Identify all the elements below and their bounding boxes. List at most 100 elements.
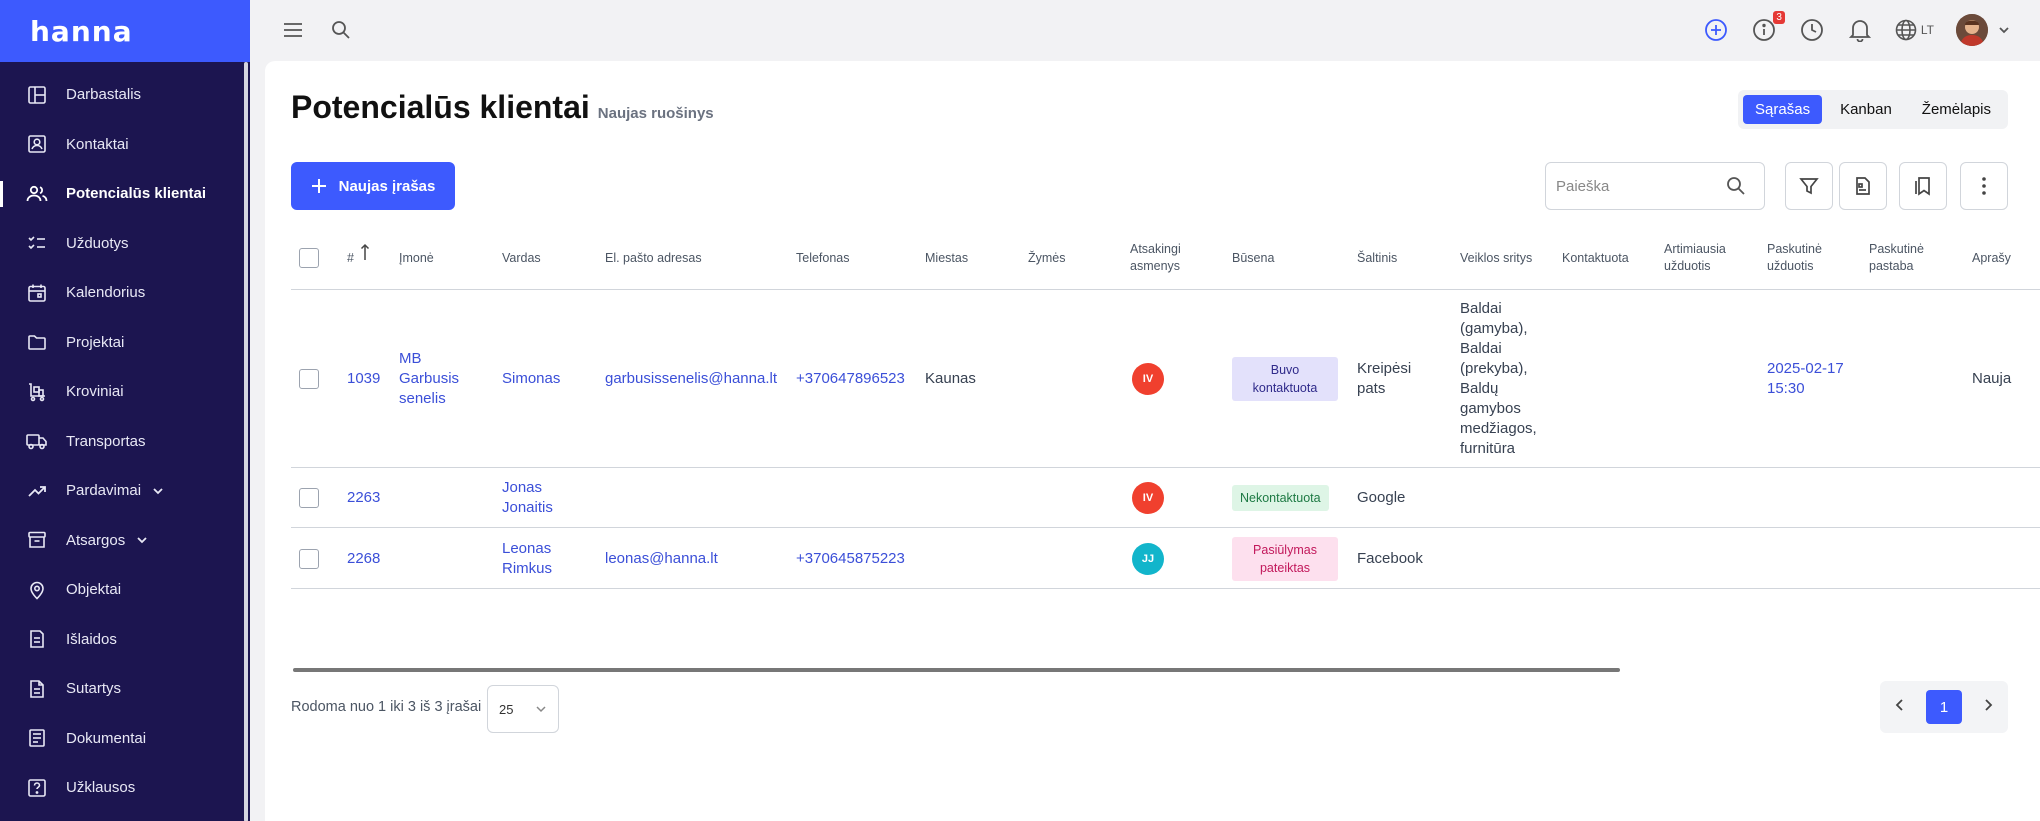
search-field[interactable] (1545, 162, 1765, 210)
col-company[interactable]: Įmonė (399, 226, 434, 290)
page-number-button[interactable]: 1 (1926, 690, 1962, 724)
sidebar-item-atsargos[interactable]: Atsargos (0, 516, 250, 566)
sidebar-item-transportas[interactable]: Transportas (0, 417, 250, 467)
row-id-link[interactable]: 2268 (347, 528, 380, 589)
logo-bar: hanna (0, 0, 250, 62)
search-icon[interactable] (328, 17, 354, 43)
sort-ascending-icon[interactable] (360, 243, 370, 261)
row-source: Facebook (1357, 549, 1423, 567)
search-input[interactable] (1556, 177, 1726, 195)
responsible-avatar[interactable]: JJ (1132, 542, 1164, 575)
sidebar-item-islaidos[interactable]: Išlaidos (0, 615, 250, 665)
search-icon[interactable] (1726, 176, 1746, 196)
col-last-task[interactable]: Paskutinė užduotis (1767, 226, 1847, 290)
filter-button[interactable] (1785, 162, 1833, 210)
col-source[interactable]: Šaltinis (1357, 226, 1397, 290)
view-map-button[interactable]: Žemėlapis (1910, 95, 2003, 124)
horizontal-scrollbar[interactable] (293, 668, 1620, 672)
sidebar-item-kroviniai[interactable]: Kroviniai (0, 367, 250, 417)
language-switch[interactable]: LT (1895, 19, 1934, 41)
table-row[interactable]: 1039 MB Garbusis senelis Simonas garbusi… (291, 290, 2040, 468)
col-email[interactable]: El. pašto adresas (605, 226, 702, 290)
sidebar-nav: Darbastalis Kontaktai Potencialūs klient… (0, 62, 250, 813)
row-name-link[interactable]: Jonas Jonaitis (502, 468, 572, 528)
col-last-note[interactable]: Paskutinė pastaba (1869, 226, 1949, 290)
sidebar-item-dokumentai[interactable]: Dokumentai (0, 714, 250, 764)
sidebar-item-sutartys[interactable]: Sutartys (0, 664, 250, 714)
sidebar-item-uzduotys[interactable]: Užduotys (0, 219, 250, 269)
col-city[interactable]: Miestas (925, 226, 968, 290)
new-record-button[interactable]: Naujas įrašas (291, 162, 455, 210)
sidebar-item-projektai[interactable]: Projektai (0, 318, 250, 368)
responsible-avatar[interactable]: IV (1132, 482, 1164, 514)
col-num[interactable]: # (347, 226, 370, 290)
select-all-checkbox[interactable] (299, 248, 319, 268)
clock-icon[interactable] (1799, 17, 1825, 43)
sidebar-item-kalendorius[interactable]: Kalendorius (0, 268, 250, 318)
row-phone-link[interactable]: +370645875223 (796, 528, 905, 589)
next-page-button[interactable] (1982, 698, 1994, 717)
pagination: 1 (1880, 681, 2008, 733)
row-email-link[interactable]: leonas@hanna.lt (605, 528, 718, 589)
row-phone-link[interactable]: +370647896523 (796, 290, 905, 468)
col-fields[interactable]: Veiklos sritys (1460, 226, 1532, 290)
row-company-link[interactable]: MB Garbusis senelis (399, 290, 479, 468)
sidebar-item-potencialus-klientai[interactable]: Potencialūs klientai (0, 169, 250, 219)
sidebar-item-objektai[interactable]: Objektai (0, 565, 250, 615)
view-list-button[interactable]: Sąrašas (1743, 95, 1823, 124)
col-next-task[interactable]: Artimiausia užduotis (1664, 226, 1744, 290)
col-tags[interactable]: Žymės (1028, 226, 1066, 290)
export-button[interactable] (1839, 162, 1887, 210)
contract-icon (26, 678, 48, 700)
saved-views-button[interactable] (1899, 162, 1947, 210)
status-badge[interactable]: Nekontaktuota (1232, 485, 1329, 511)
chevron-down-icon[interactable] (1996, 17, 2012, 43)
sidebar-item-uzklausos[interactable]: Užklausos (0, 763, 250, 813)
sidebar-item-kontaktai[interactable]: Kontaktai (0, 120, 250, 170)
language-label: LT (1920, 23, 1934, 37)
col-phone[interactable]: Telefonas (796, 226, 850, 290)
prev-page-button[interactable] (1894, 698, 1906, 717)
add-circle-icon[interactable] (1703, 17, 1729, 43)
row-name-link[interactable]: Leonas Rimkus (502, 528, 572, 589)
col-description[interactable]: Aprašy (1972, 226, 2011, 290)
more-options-button[interactable] (1960, 162, 2008, 210)
chevron-down-icon (536, 706, 546, 713)
table-row[interactable]: 2263 Jonas Jonaitis IV Nekontaktuota Goo… (291, 468, 2040, 528)
row-id-link[interactable]: 1039 (347, 290, 380, 468)
sidebar-item-label: Transportas (66, 432, 146, 450)
row-last-task-link[interactable]: 2025-02-17 15:30 (1767, 290, 1857, 468)
col-name[interactable]: Vardas (502, 226, 541, 290)
row-id-link[interactable]: 2263 (347, 468, 380, 528)
row-email-link[interactable]: garbusissenelis@hanna.lt (605, 290, 777, 468)
row-checkbox[interactable] (299, 369, 319, 389)
view-kanban-button[interactable]: Kanban (1828, 95, 1904, 124)
bell-icon[interactable] (1847, 17, 1873, 43)
info-icon[interactable]: 3 (1751, 11, 1785, 43)
row-checkbox[interactable] (299, 488, 319, 508)
col-contacted[interactable]: Kontaktuota (1562, 226, 1629, 290)
col-responsible[interactable]: Atsakingi asmenys (1130, 226, 1200, 290)
row-source: Kreipėsi pats (1357, 360, 1412, 397)
responsible-avatar[interactable]: IV (1132, 363, 1164, 395)
page-title: Potencialūs klientai (291, 89, 590, 125)
page-subtitle[interactable]: Naujas ruošinys (598, 105, 714, 122)
col-status[interactable]: Būsena (1232, 226, 1274, 290)
users-icon (26, 183, 48, 205)
app-logo[interactable]: hanna (30, 15, 133, 48)
row-name-link[interactable]: Simonas (502, 290, 560, 468)
avatar[interactable] (1956, 14, 1988, 46)
status-badge[interactable]: Buvo kontaktuota (1232, 357, 1338, 401)
table-header: # Įmonė Vardas El. pašto adresas Telefon… (291, 226, 2040, 290)
row-checkbox[interactable] (299, 548, 319, 569)
per-page-select[interactable]: 25 (487, 685, 559, 733)
menu-icon[interactable] (280, 17, 306, 43)
sidebar-item-label: Projektai (66, 333, 125, 351)
sidebar-scrollbar[interactable] (244, 62, 248, 821)
table-row[interactable]: 2268 Leonas Rimkus leonas@hanna.lt +3706… (291, 528, 2040, 589)
sidebar-item-pardavimai[interactable]: Pardavimai (0, 466, 250, 516)
row-fields: Baldai (gamyba), Baldai (prekyba), Baldų… (1460, 300, 1537, 457)
file-icon (1856, 177, 1870, 195)
status-badge[interactable]: Pasiūlymas pateiktas (1232, 536, 1338, 581)
sidebar-item-darbastalis[interactable]: Darbastalis (0, 70, 250, 120)
